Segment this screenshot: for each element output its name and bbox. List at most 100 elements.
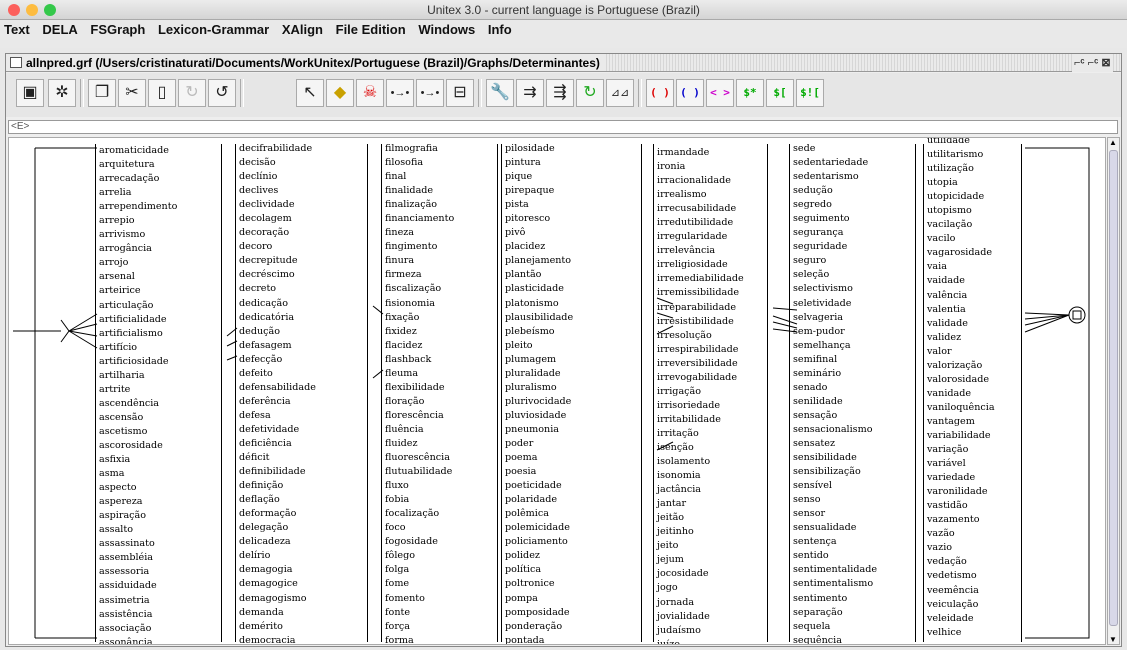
graph-box-entry[interactable]: jogo xyxy=(655,581,767,595)
graph-box-entry[interactable]: valência xyxy=(925,289,1021,303)
graph-box-entry[interactable]: vaia xyxy=(925,260,1021,274)
graph-box-entry[interactable]: vagarosidade xyxy=(925,246,1021,260)
graph-box-column[interactable]: pilosidade pintura pique pirepaque pista pito… xyxy=(503,142,641,644)
graph-box-entry[interactable]: política xyxy=(503,563,641,577)
graph-box-entry[interactable]: utopismo xyxy=(925,204,1021,218)
graph-box-entry[interactable]: utilização xyxy=(925,162,1021,176)
dollar-star-button[interactable]: $* xyxy=(736,79,764,107)
graph-box-entry[interactable]: decoro xyxy=(237,240,367,254)
graph-box-entry[interactable]: plumagem xyxy=(503,353,641,367)
graph-box-entry[interactable]: fixidez xyxy=(383,325,497,339)
graph-box-entry[interactable]: decolagem xyxy=(237,212,367,226)
graph-box-entry[interactable]: aspiração xyxy=(97,509,221,523)
graph-box-entry[interactable]: vazio xyxy=(925,541,1021,555)
graph-box-entry[interactable]: fluência xyxy=(383,423,497,437)
graph-box-entry[interactable]: vanidade xyxy=(925,387,1021,401)
graph-box-entry[interactable]: vazamento xyxy=(925,513,1021,527)
graph-box-entry[interactable]: senso xyxy=(791,493,915,507)
graph-box-entry[interactable]: jejum xyxy=(655,553,767,567)
graph-box-entry[interactable]: polêmica xyxy=(503,507,641,521)
graph-box-entry[interactable]: sentimento xyxy=(791,592,915,606)
graph-box-entry[interactable]: assonância xyxy=(97,636,221,644)
graph-box-entry[interactable]: sequela xyxy=(791,620,915,634)
graph-box-entry[interactable]: fineza xyxy=(383,226,497,240)
graph-box-entry[interactable]: pleito xyxy=(503,339,641,353)
graph-box-entry[interactable]: veemência xyxy=(925,584,1021,598)
graph-box-entry[interactable]: placidez xyxy=(503,240,641,254)
vertical-scrollbar[interactable]: ▲ ▼ xyxy=(1107,137,1120,645)
graph-box-entry[interactable]: irrevogabilidade xyxy=(655,371,767,385)
graph-box-entry[interactable]: pilosidade xyxy=(503,142,641,156)
save-icon[interactable]: ▣ xyxy=(16,79,44,107)
scroll-down-icon[interactable]: ▼ xyxy=(1109,635,1117,644)
graph-box-entry[interactable]: fisionomia xyxy=(383,297,497,311)
cut-icon[interactable]: ✂ xyxy=(118,79,146,107)
graph-box-entry[interactable]: sentido xyxy=(791,549,915,563)
graph-box-entry[interactable]: pista xyxy=(503,198,641,212)
graph-box-entry[interactable]: polemicidade xyxy=(503,521,641,535)
graph-box-entry[interactable]: assessoria xyxy=(97,565,221,579)
graph-box-entry[interactable]: fome xyxy=(383,577,497,591)
connect-icon[interactable]: •→• xyxy=(416,79,444,107)
graph-box-entry[interactable]: arrependimento xyxy=(97,200,221,214)
graph-box-entry[interactable]: pintura xyxy=(503,156,641,170)
graph-box-entry[interactable]: finura xyxy=(383,254,497,268)
graph-box-entry[interactable]: demagogice xyxy=(237,577,367,591)
graph-box-entry[interactable]: valor xyxy=(925,345,1021,359)
delete-icon[interactable]: ☠ xyxy=(356,79,384,107)
graph-box-entry[interactable]: defetividade xyxy=(237,423,367,437)
graph-box-entry[interactable]: final xyxy=(383,170,497,184)
graph-box-entry[interactable]: sede xyxy=(791,142,915,156)
graph-box-entry[interactable]: deficiência xyxy=(237,437,367,451)
graph-box-entry[interactable]: declives xyxy=(237,184,367,198)
graph-box-entry[interactable]: varonilidade xyxy=(925,485,1021,499)
graph-box-entry[interactable]: decréscimo xyxy=(237,268,367,282)
graph-box-entry[interactable]: aromaticidade xyxy=(97,144,221,158)
graph-box-entry[interactable]: vaidade xyxy=(925,274,1021,288)
graph-box-entry[interactable]: fixação xyxy=(383,311,497,325)
graph-canvas[interactable]: aromaticidade arquitetura arrecadação arrel… xyxy=(8,137,1106,645)
graph-box-entry[interactable]: artificiosidade xyxy=(97,355,221,369)
graph-box-entry[interactable]: definição xyxy=(237,479,367,493)
graph-box-entry[interactable]: pique xyxy=(503,170,641,184)
graph-box-entry[interactable]: dedicatória xyxy=(237,311,367,325)
graph-box-entry[interactable]: irresistibilidade xyxy=(655,315,767,329)
graph-box-entry[interactable]: folga xyxy=(383,563,497,577)
paste-icon[interactable]: ▯ xyxy=(148,79,176,107)
graph-box-entry[interactable]: ironia xyxy=(655,160,767,174)
graph-box-entry[interactable]: irrelevância xyxy=(655,244,767,258)
graph-box-entry[interactable]: financiamento xyxy=(383,212,497,226)
graph-box-entry[interactable]: fonte xyxy=(383,606,497,620)
menu-dela[interactable]: DELA xyxy=(42,22,77,37)
graph-box-entry[interactable]: demérito xyxy=(237,620,367,634)
graph-box-entry[interactable]: jactância xyxy=(655,483,767,497)
graph-box-entry[interactable]: irregularidade xyxy=(655,230,767,244)
graph-box-entry[interactable]: defeito xyxy=(237,367,367,381)
wrench-icon[interactable]: 🔧 xyxy=(486,79,514,107)
graph-box-entry[interactable]: velhice xyxy=(925,626,1021,640)
graph-box-entry[interactable]: asfixia xyxy=(97,453,221,467)
box-content-input[interactable]: <E> xyxy=(8,120,1118,134)
menu-windows[interactable]: Windows xyxy=(418,22,475,37)
graph-box-entry[interactable]: seguro xyxy=(791,254,915,268)
graph-box-entry[interactable]: firmeza xyxy=(383,268,497,282)
graph-box-entry[interactable]: variação xyxy=(925,443,1021,457)
graph-box-entry[interactable]: selvageria xyxy=(791,311,915,325)
graph-box-entry[interactable]: associação xyxy=(97,622,221,636)
graph-box-entry[interactable]: selectivismo xyxy=(791,282,915,296)
graph-box-entry[interactable]: pluralismo xyxy=(503,381,641,395)
graph-box-entry[interactable]: filosofia xyxy=(383,156,497,170)
pointer-icon[interactable]: ↖ xyxy=(296,79,324,107)
graph-box-entry[interactable]: delicadeza xyxy=(237,535,367,549)
graph-box-entry[interactable]: decreto xyxy=(237,282,367,296)
graph-box-entry[interactable]: poesia xyxy=(503,465,641,479)
graph-box-entry[interactable]: arrelia xyxy=(97,186,221,200)
graph-box-entry[interactable]: vacilação xyxy=(925,218,1021,232)
graph-box-entry[interactable]: vacilo xyxy=(925,232,1021,246)
graph-box-entry[interactable]: demagogismo xyxy=(237,592,367,606)
menu-fsgraph[interactable]: FSGraph xyxy=(90,22,145,37)
graph-box-entry[interactable]: valentia xyxy=(925,303,1021,317)
graph-box-entry[interactable]: deferência xyxy=(237,395,367,409)
graph-box-entry[interactable]: declínio xyxy=(237,170,367,184)
graph-box-entry[interactable]: deformação xyxy=(237,507,367,521)
